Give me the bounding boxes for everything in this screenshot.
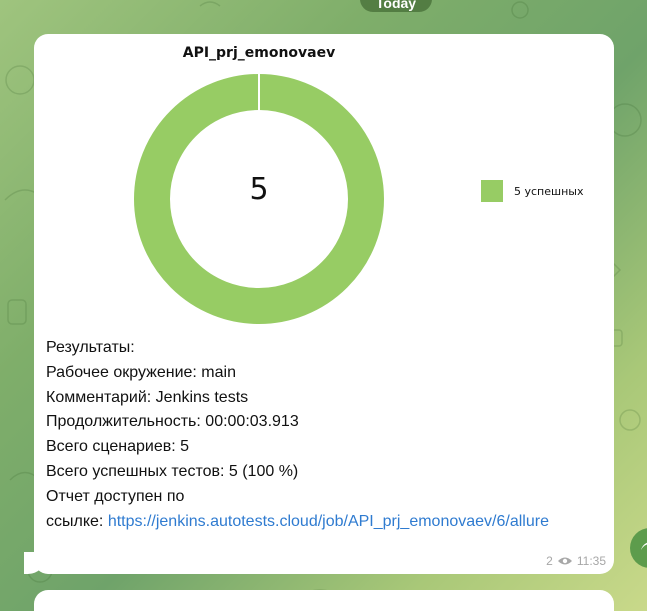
message-time: 11:35: [576, 554, 606, 568]
message-meta: 2 11:35: [546, 554, 606, 568]
date-pill: Today: [360, 0, 432, 12]
message-line: Рабочее окружение: main: [46, 363, 236, 381]
eye-icon: [557, 557, 572, 565]
view-count: 2: [546, 554, 553, 568]
message-line: Результаты:: [46, 339, 135, 356]
message-text: Результаты: Рабочее окружение: main Комм…: [46, 336, 606, 534]
report-link[interactable]: https://jenkins.autotests.cloud/job/API_…: [108, 513, 549, 530]
report-label: Отчет доступен по: [46, 487, 185, 505]
message-line: Всего сценариев: 5: [46, 438, 190, 456]
legend-label: 5 успешных: [514, 185, 584, 198]
report-link-line: ссылке: https://jenkins.autotests.cloud/…: [46, 512, 549, 530]
chart-title: API_prj_emonovaev: [182, 45, 336, 61]
legend-swatch: [481, 180, 503, 202]
message-line: Всего успешных тестов: 5 (100 %): [46, 462, 299, 480]
message-line: Продолжительность: 00:00:03.913: [46, 413, 299, 431]
next-message-bubble[interactable]: [34, 590, 614, 611]
message-line: Комментарий: Jenkins tests: [46, 388, 249, 406]
message-bubble[interactable]: API_prj_emonovaev 5 5 успешных Результат…: [34, 34, 614, 574]
share-icon: [641, 542, 647, 550]
chart-center-value: 5: [249, 172, 269, 207]
